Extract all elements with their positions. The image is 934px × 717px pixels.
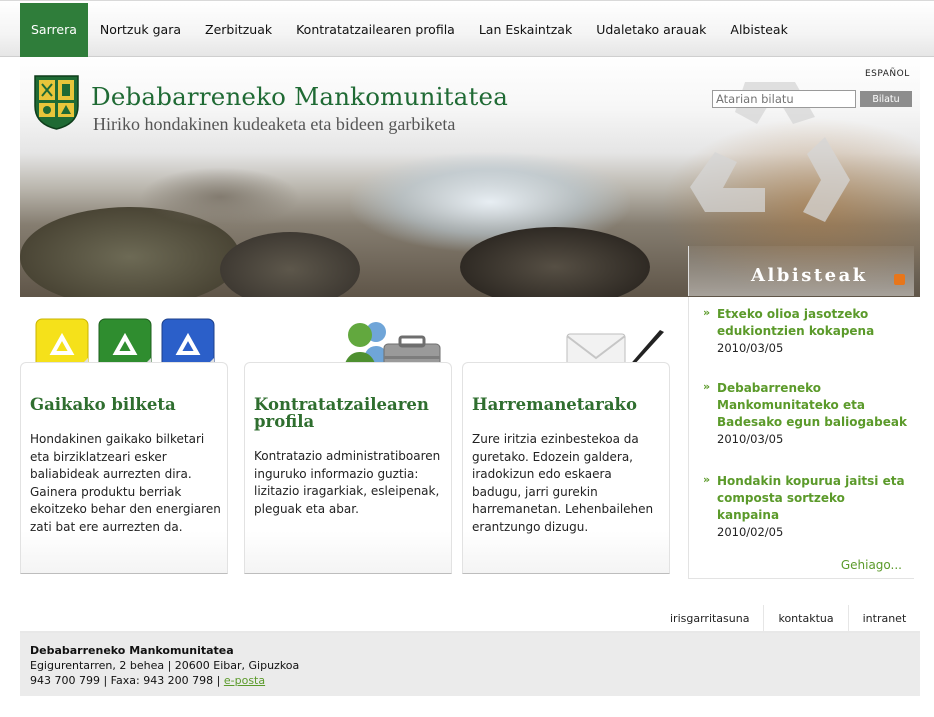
box-text: Zure iritzia ezinbestekoa da guretako. E… bbox=[472, 432, 654, 534]
news-item[interactable]: » Etxeko olioa jasotzeko edukiontzien ko… bbox=[703, 306, 908, 355]
news-date: 2010/02/05 bbox=[717, 525, 784, 539]
nav-item-albisteak[interactable]: Albisteak bbox=[718, 3, 799, 57]
banner-rock bbox=[460, 227, 650, 297]
footer-phones: 943 700 799 | Faxa: 943 200 798 | bbox=[30, 674, 224, 687]
footer-link-intranet[interactable]: intranet bbox=[847, 605, 921, 633]
footer: Debabarreneko Mankomunitatea Egigurentar… bbox=[20, 633, 920, 696]
news-item[interactable]: » Hondakin kopurua jaitsi eta composta s… bbox=[703, 473, 908, 539]
nav-item-kontratatzailearen-profila[interactable]: Kontratatzailearen profila bbox=[284, 3, 467, 57]
news-more-link[interactable]: Gehiago... bbox=[841, 558, 902, 572]
recycle-watermark-icon bbox=[690, 82, 850, 222]
box-gaikako-bilketa: Gaikako bilketa Hondakinen gaikako bilke… bbox=[20, 362, 228, 574]
double-chevron-icon: » bbox=[703, 473, 711, 486]
rss-icon[interactable] bbox=[894, 274, 905, 285]
footer-address: Egigurentarren, 2 behea | 20600 Eibar, G… bbox=[30, 659, 300, 672]
box-text: Hondakinen gaikako bilketari eta birzikl… bbox=[30, 432, 221, 534]
footer-email-link[interactable]: e-posta bbox=[224, 674, 265, 687]
news-title[interactable]: Hondakin kopurua jaitsi eta composta sor… bbox=[717, 473, 908, 524]
search-input[interactable] bbox=[712, 90, 856, 108]
nav-item-udaletako-arauak[interactable]: Udaletako arauak bbox=[584, 3, 718, 57]
search-button[interactable]: Bilatu bbox=[860, 91, 912, 107]
nav-item-nortzuk-gara[interactable]: Nortzuk gara bbox=[88, 3, 193, 57]
news-header: Albisteak bbox=[688, 246, 914, 296]
footer-link-irisgarritasuna[interactable]: irisgarritasuna bbox=[660, 605, 763, 633]
double-chevron-icon: » bbox=[703, 306, 711, 319]
coat-of-arms-icon bbox=[34, 75, 79, 130]
news-item[interactable]: » Debabarreneko Mankomunitateko eta Bade… bbox=[703, 380, 908, 446]
site-title[interactable]: Debabarreneko Mankomunitatea bbox=[91, 82, 508, 111]
news-title[interactable]: Etxeko olioa jasotzeko edukiontzien koka… bbox=[717, 306, 908, 340]
nav-item-lan-eskaintzak[interactable]: Lan Eskaintzak bbox=[467, 3, 584, 57]
box-title[interactable]: Harremanetarako bbox=[472, 396, 637, 413]
footer-org-name: Debabarreneko Mankomunitatea bbox=[30, 644, 234, 657]
box-kontratatzailearen-profila: Kontratatzailearen profila Kontratazio a… bbox=[244, 362, 452, 574]
footer-contact: 943 700 799 | Faxa: 943 200 798 | e-post… bbox=[30, 673, 910, 688]
banner-rock bbox=[140, 167, 300, 227]
nav-item-zerbitzuak[interactable]: Zerbitzuak bbox=[193, 3, 284, 57]
top-navigation: Sarrera Nortzuk gara Zerbitzuak Kontrata… bbox=[0, 0, 934, 57]
footer-links: irisgarritasuna kontaktua intranet bbox=[660, 605, 920, 633]
box-text: Kontratazio administratiboaren inguruko … bbox=[254, 449, 441, 516]
news-panel: » Etxeko olioa jasotzeko edukiontzien ko… bbox=[688, 297, 914, 579]
news-title[interactable]: Debabarreneko Mankomunitateko eta Badesa… bbox=[717, 380, 908, 431]
news-date: 2010/03/05 bbox=[717, 341, 784, 355]
nav-item-sarrera[interactable]: Sarrera bbox=[20, 3, 88, 57]
banner-rock bbox=[220, 232, 360, 297]
site-subtitle: Hiriko hondakinen kudeaketa eta bideen g… bbox=[93, 114, 456, 134]
double-chevron-icon: » bbox=[703, 380, 711, 393]
box-title[interactable]: Gaikako bilketa bbox=[30, 396, 176, 413]
footer-link-kontaktua[interactable]: kontaktua bbox=[763, 605, 847, 633]
news-date: 2010/03/05 bbox=[717, 432, 784, 446]
box-title[interactable]: Kontratatzailearen profila bbox=[254, 396, 444, 430]
news-heading: Albisteak bbox=[751, 265, 868, 286]
language-link[interactable]: ESPAÑOL bbox=[865, 69, 910, 79]
box-harremanetarako: Harremanetarako Zure iritzia ezinbesteko… bbox=[462, 362, 670, 574]
